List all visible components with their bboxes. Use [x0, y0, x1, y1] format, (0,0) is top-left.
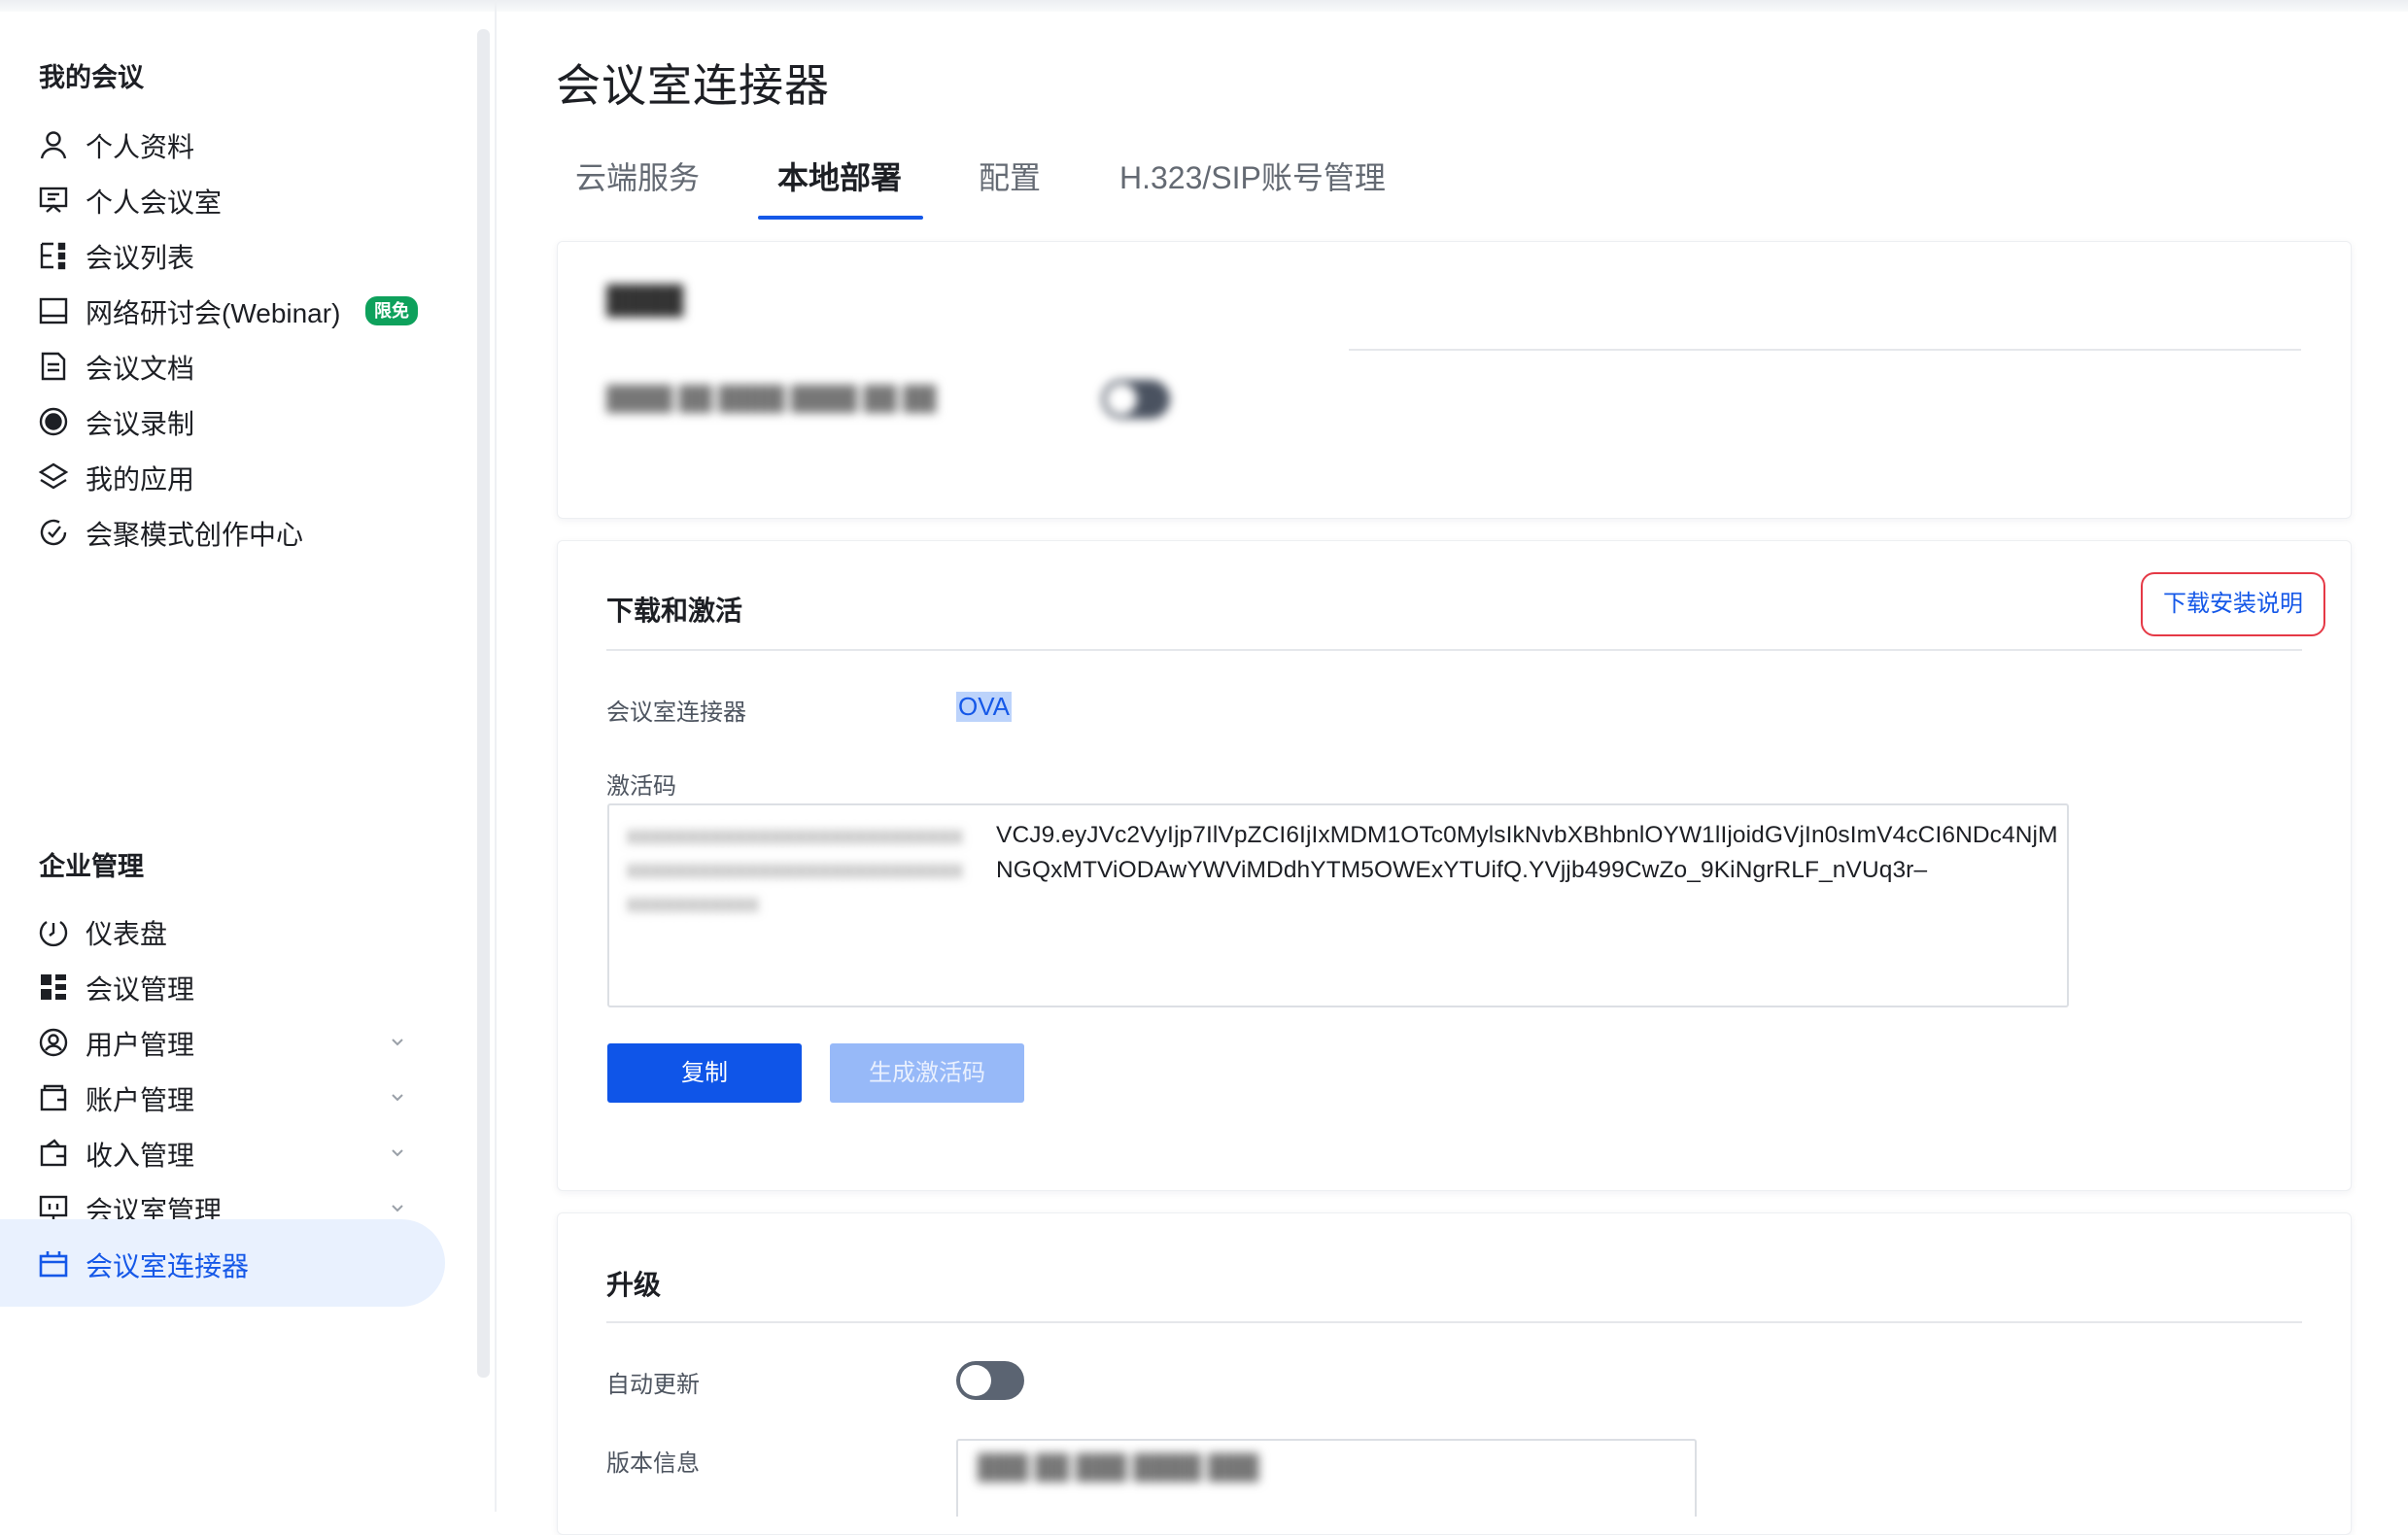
blurred-toggle[interactable] [1102, 380, 1170, 419]
sidebar-item-label: 会聚模式创作中心 [86, 520, 304, 550]
version-info-field: ███ ██ ███ ████ ███ [956, 1439, 1697, 1517]
tab-local-deployment[interactable]: 本地部署 [777, 154, 902, 198]
auto-update-toggle[interactable] [956, 1361, 1024, 1400]
connector-icon [37, 1247, 70, 1280]
sidebar-item-creation-center[interactable]: 会聚模式创作中心 [0, 488, 445, 575]
card-title: 下载和激活 [606, 596, 743, 626]
copy-button[interactable]: 复制 [607, 1043, 802, 1103]
sidebar-divider [495, 0, 497, 1512]
blurred-settings-card: ████ ████ ██ ████ ████ ██ ██ [557, 241, 2352, 519]
section-title-enterprise: 企业管理 [39, 852, 144, 881]
chevron-down-icon[interactable] [389, 1033, 406, 1050]
chevron-down-icon[interactable] [389, 1199, 406, 1216]
tab-cloud-service[interactable]: 云端服务 [575, 154, 700, 198]
activation-code-textarea[interactable]: xxxxxxxxxxxxxxxxxxxxxxxxxxxx VCJ9.eyJVc2… [607, 803, 2069, 1007]
sidebar-item-label: 会议室连接器 [86, 1251, 250, 1281]
sidebar-scrollbar[interactable] [477, 29, 490, 1378]
version-info-label: 版本信息 [606, 1450, 700, 1477]
code-blurred-line: xxxxxxxxxxxxxxxxxxxxxxxxxxxx [627, 823, 963, 849]
connector-label: 会议室连接器 [606, 699, 746, 726]
code-visible-line: NGQxMTViODAwYWViMDdhYTM5OWExYTUifQ.YVjjb… [996, 857, 1928, 883]
sparkle-circle-icon [37, 516, 70, 549]
activation-code-label: 激活码 [606, 773, 676, 800]
upgrade-card: 升级 自动更新 版本信息 ███ ██ ███ ████ ███ [557, 1212, 2352, 1535]
tab-configuration[interactable]: 配置 [979, 154, 1041, 198]
active-tab-indicator [758, 216, 923, 220]
code-visible-line: VCJ9.eyJVc2VyIjp7IlVpZCI6IjIxMDM1OTc0Myl… [996, 822, 2058, 848]
card-title: ████ [606, 285, 684, 315]
chevron-down-icon[interactable] [389, 1088, 406, 1106]
generate-activation-code-button[interactable]: 生成激活码 [830, 1043, 1024, 1103]
card-title: 升级 [606, 1270, 662, 1300]
card-divider [606, 649, 2302, 651]
page-title: 会议室连接器 [556, 60, 830, 111]
connector-type-value[interactable]: OVA [956, 692, 1012, 722]
top-bar [0, 0, 2408, 12]
blurred-row-label: ████ ██ ████ ████ ██ ██ [606, 386, 937, 412]
sidebar-item-room-connector[interactable]: 会议室连接器 [0, 1219, 445, 1307]
code-blurred-line: xxxxxxxxxxxxxxxxxxxxxxxxxxxx [627, 857, 963, 883]
card-divider [606, 1321, 2302, 1323]
section-title-my-meetings: 我的会议 [39, 63, 144, 92]
chevron-down-icon[interactable] [389, 1143, 406, 1161]
tab-h323-sip-accounts[interactable]: H.323/SIP账号管理 [1119, 154, 1386, 198]
card-divider [1349, 349, 2301, 351]
sidebar: 我的会议 个人资料 个人会议室 会议列表 网络研讨会(Webinar) 限免 会… [0, 12, 490, 1512]
download-install-guide-link[interactable]: 下载安装说明 [2141, 572, 2325, 636]
download-activation-card: 下载和激活 下载安装说明 会议室连接器 OVA 激活码 xxxxxxxxxxxx… [557, 540, 2352, 1191]
auto-update-label: 自动更新 [606, 1372, 700, 1398]
version-value: ███ ██ ███ ████ ███ [978, 1454, 1259, 1481]
code-blurred-line: xxxxxxxxxxx [627, 891, 759, 917]
